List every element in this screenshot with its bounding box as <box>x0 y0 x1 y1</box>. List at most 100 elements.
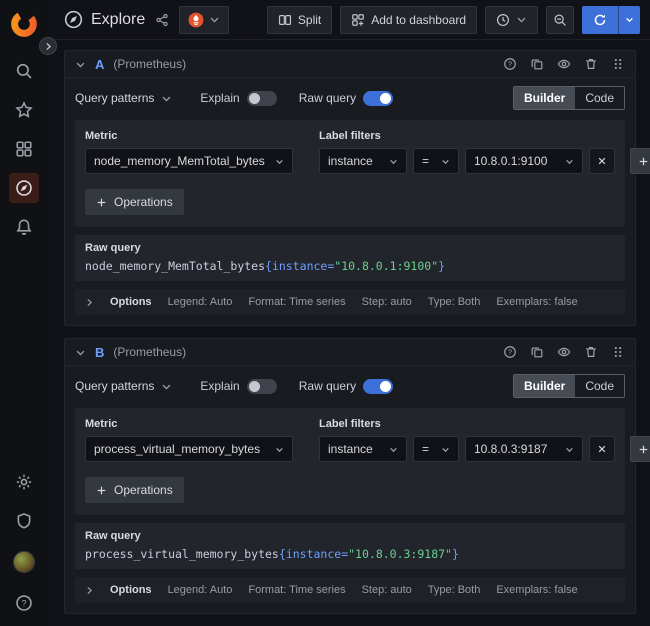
query-options-row[interactable]: Options Legend: Auto Format: Time series… <box>75 577 625 603</box>
sidebar-item-help[interactable]: ? <box>15 594 33 612</box>
label-filters-label: Label filters <box>319 130 650 142</box>
expand-sidebar-button[interactable] <box>39 37 57 55</box>
query-ref-id[interactable]: B <box>95 345 104 360</box>
query-header-actions: ? <box>503 345 625 359</box>
builder-mode-button[interactable]: Builder <box>514 87 575 109</box>
zoom-out-time-button[interactable] <box>546 6 574 34</box>
disable-query-eye-icon[interactable] <box>557 57 571 71</box>
chevron-down-icon <box>161 381 172 392</box>
metric-value: node_memory_MemTotal_bytes <box>94 154 265 168</box>
chevron-down-icon <box>625 15 634 24</box>
query-ref-id[interactable]: A <box>95 57 104 72</box>
label-filter-row: instance = 10.8.0.3:9187 <box>319 436 650 462</box>
drag-handle-icon[interactable] <box>611 57 625 71</box>
chevron-down-icon <box>389 157 398 166</box>
add-to-dashboard-button[interactable]: Add to dashboard <box>340 6 477 34</box>
delete-query-icon[interactable] <box>584 57 598 71</box>
split-icon <box>278 13 292 27</box>
explore-page-icon <box>64 10 83 29</box>
run-query-button[interactable] <box>582 6 618 34</box>
options-exemplars: Exemplars: false <box>496 584 577 596</box>
x-icon <box>597 156 607 166</box>
operations-label: Operations <box>114 195 173 209</box>
sidebar-item-starred[interactable] <box>15 101 33 119</box>
sidebar-item-configuration[interactable] <box>15 473 33 491</box>
query-options-row[interactable]: Options Legend: Auto Format: Time series… <box>75 289 625 315</box>
user-avatar[interactable] <box>13 551 35 573</box>
shield-icon <box>15 512 33 530</box>
chevron-down-icon <box>161 93 172 104</box>
options-legend: Legend: Auto <box>168 584 233 596</box>
raw-query-toggle[interactable] <box>363 91 393 106</box>
sidebar-item-admin[interactable] <box>15 512 33 530</box>
builder-fields: Metric process_virtual_memory_bytes Labe… <box>85 418 615 462</box>
split-label: Split <box>298 13 321 27</box>
metric-label: Metric <box>85 130 293 142</box>
explain-toggle[interactable] <box>247 91 277 106</box>
raw-query-heading: Raw query <box>85 242 615 254</box>
share-icon[interactable] <box>155 13 169 27</box>
editor-mode-switch: Builder Code <box>513 374 625 398</box>
disable-query-eye-icon[interactable] <box>557 345 571 359</box>
metric-select[interactable]: node_memory_MemTotal_bytes <box>85 148 293 174</box>
explain-label: Explain <box>200 91 239 105</box>
explain-toggle[interactable] <box>247 379 277 394</box>
code-mode-button[interactable]: Code <box>575 375 624 397</box>
collapse-query-icon[interactable] <box>75 347 86 358</box>
copy-query-icon[interactable] <box>530 345 544 359</box>
code-mode-button[interactable]: Code <box>575 87 624 109</box>
filter-operator-select[interactable]: = <box>413 436 459 462</box>
raw-value: "10.8.0.3:9187" <box>348 547 452 561</box>
filter-value-select[interactable]: 10.8.0.3:9187 <box>465 436 583 462</box>
remove-filter-button[interactable] <box>589 148 615 174</box>
filter-operator-select[interactable]: = <box>413 148 459 174</box>
sidebar-item-search[interactable] <box>15 62 33 80</box>
remove-filter-button[interactable] <box>589 436 615 462</box>
raw-brace-close: } <box>438 259 445 273</box>
gear-icon <box>15 473 33 491</box>
builder-mode-button[interactable]: Builder <box>514 375 575 397</box>
query-patterns-dropdown[interactable]: Query patterns <box>75 379 178 393</box>
filter-label-select[interactable]: instance <box>319 148 407 174</box>
sidebar-nav-bottom: ? <box>13 473 35 612</box>
delete-query-icon[interactable] <box>584 345 598 359</box>
add-filter-button[interactable] <box>630 436 650 462</box>
sidebar-item-alerting[interactable] <box>15 218 33 236</box>
raw-query-heading: Raw query <box>85 530 615 542</box>
add-operation-button[interactable]: Operations <box>85 477 184 503</box>
options-type: Type: Both <box>428 296 481 308</box>
add-operation-button[interactable]: Operations <box>85 189 184 215</box>
query-patterns-dropdown[interactable]: Query patterns <box>75 91 178 105</box>
copy-query-icon[interactable] <box>530 57 544 71</box>
time-range-picker[interactable] <box>485 6 538 34</box>
sidebar-item-dashboards[interactable] <box>15 140 33 158</box>
query-help-icon[interactable]: ? <box>503 57 517 71</box>
zoom-out-icon <box>553 13 567 27</box>
query-builder: Metric process_virtual_memory_bytes Labe… <box>75 408 625 515</box>
filter-value-select[interactable]: 10.8.0.1:9100 <box>465 148 583 174</box>
split-button[interactable]: Split <box>267 6 332 34</box>
operations-label: Operations <box>114 483 173 497</box>
add-filter-button[interactable] <box>630 148 650 174</box>
filter-value: 10.8.0.3:9187 <box>474 442 547 456</box>
query-header-actions: ? <box>503 57 625 71</box>
sidebar-item-explore[interactable] <box>9 173 39 203</box>
chevron-down-icon <box>389 445 398 454</box>
raw-query-toggle[interactable] <box>363 379 393 394</box>
chevron-down-icon <box>565 445 574 454</box>
drag-handle-icon[interactable] <box>611 345 625 359</box>
grafana-logo[interactable] <box>10 10 38 38</box>
query-patterns-label: Query patterns <box>75 379 154 393</box>
chevron-down-icon <box>275 445 284 454</box>
chevron-down-icon <box>275 157 284 166</box>
filter-label-select[interactable]: instance <box>319 436 407 462</box>
metric-select[interactable]: process_virtual_memory_bytes <box>85 436 293 462</box>
grafana-logo-icon <box>10 10 38 38</box>
metric-value: process_virtual_memory_bytes <box>94 442 260 456</box>
datasource-picker[interactable] <box>179 6 229 34</box>
options-format: Format: Time series <box>248 584 345 596</box>
run-query-interval-dropdown[interactable] <box>618 6 640 34</box>
query-help-icon[interactable]: ? <box>503 345 517 359</box>
collapse-query-icon[interactable] <box>75 59 86 70</box>
star-icon <box>15 101 33 119</box>
